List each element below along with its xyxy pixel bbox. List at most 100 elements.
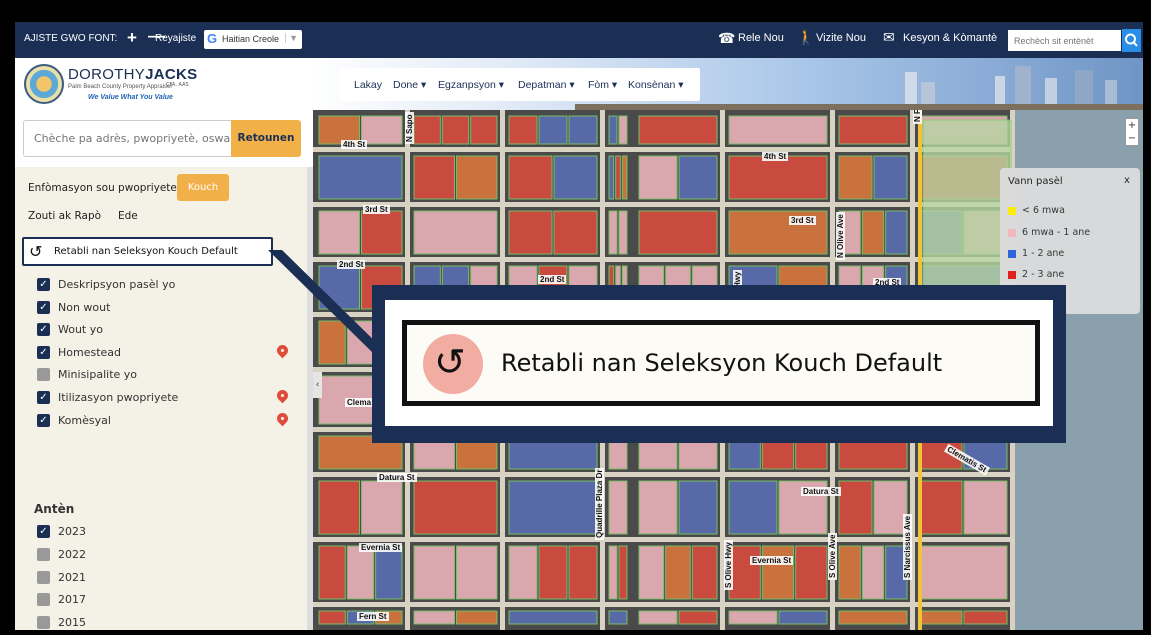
parcel (553, 155, 598, 200)
parcel (615, 155, 621, 200)
parcel (778, 610, 828, 625)
visit-us-link[interactable]: Vizite Nou (816, 32, 866, 44)
street-label: 3rd St (789, 216, 816, 225)
checkbox[interactable]: ✓ (37, 391, 50, 404)
checkbox[interactable] (37, 548, 50, 561)
checkbox[interactable]: ✓ (37, 414, 50, 427)
parcel (728, 545, 761, 600)
reset-layers-button[interactable]: ↺ Retabli nan Seleksyon Kouch Default (22, 237, 273, 266)
parcel (638, 610, 678, 625)
parcel (313, 147, 1013, 152)
parcel (678, 155, 718, 200)
site-logo[interactable]: DOROTHYJACKS CFA, AAS Palm Beach County … (24, 64, 199, 106)
close-icon[interactable]: x (1124, 175, 1130, 186)
callout-inner: ↺ Retabli nan Seleksyon Kouch Default (385, 300, 1053, 426)
parcel (318, 545, 346, 600)
sidebar-panel: Retounen Enfòmasyon sou pwopriyete Kouch… (15, 110, 313, 630)
reset-icon: ↺ (29, 242, 43, 261)
reset-layers-label: Retabli nan Seleksyon Kouch Default (54, 246, 238, 257)
map-pin-icon[interactable] (274, 342, 291, 359)
parcel (618, 210, 628, 255)
parcel (873, 155, 908, 200)
parcel (728, 610, 778, 625)
street-label-vertical: N Olive Ave (836, 212, 845, 260)
parcel (838, 480, 873, 535)
parcel (441, 115, 470, 145)
property-search-input[interactable] (23, 120, 231, 157)
language-selector[interactable]: G Haitian Creole ▼ (204, 30, 302, 49)
parcel (638, 545, 665, 600)
parcel (318, 610, 346, 625)
reset-font-link[interactable]: Reyajiste (155, 33, 196, 44)
checkbox[interactable]: ✓ (37, 346, 50, 359)
checkbox[interactable] (37, 616, 50, 629)
layer-label: Minisipalite yo (58, 368, 138, 381)
increase-font-button[interactable]: + (127, 28, 137, 48)
street-label: 2nd St (538, 275, 567, 284)
tab-help[interactable]: Ede (118, 210, 138, 222)
map-pin-icon[interactable] (274, 410, 291, 427)
parcel (313, 472, 1013, 477)
parcel (795, 545, 828, 600)
nav-forms[interactable]: Fòm ▾ (588, 79, 617, 91)
parcel (318, 155, 403, 200)
parcel (621, 155, 628, 200)
zoom-in-button[interactable]: + (1126, 119, 1138, 132)
return-button[interactable]: Retounen (231, 120, 301, 157)
parcel (538, 545, 568, 600)
nav-departments[interactable]: Depatman ▾ (518, 79, 575, 91)
checkbox[interactable] (37, 368, 50, 381)
street-label: Datura St (377, 473, 417, 482)
checkbox[interactable] (37, 593, 50, 606)
checkbox[interactable]: ✓ (37, 525, 50, 538)
nav-about[interactable]: Konsènan ▾ (628, 79, 683, 91)
street-label: Fern St (357, 612, 389, 621)
street-label: 3rd St (363, 205, 390, 214)
legend-label: 6 mwa - 1 ane (1022, 227, 1091, 238)
checkbox[interactable]: ✓ (37, 278, 50, 291)
parcel (313, 602, 1013, 607)
layer-label: Wout yo (58, 323, 103, 336)
legend-swatch (1008, 229, 1016, 237)
nav-data[interactable]: Done ▾ (393, 79, 426, 91)
parcel (608, 115, 618, 145)
collapse-sidebar-button[interactable]: ‹ (313, 372, 322, 398)
street-label: 4th St (762, 152, 789, 161)
parcel (413, 480, 498, 535)
tab-property-info[interactable]: Enfòmasyon sou pwopriyete (28, 182, 177, 194)
tab-tools-reports[interactable]: Zouti ak Rapò (28, 210, 101, 222)
parcel (568, 115, 598, 145)
chevron-down-icon: ▼ (285, 33, 298, 43)
reset-icon: ↺ (434, 340, 466, 384)
parcel (691, 545, 718, 600)
checkbox[interactable]: ✓ (37, 301, 50, 314)
checkbox[interactable] (37, 571, 50, 584)
legend-label: < 6 mwa (1022, 205, 1065, 216)
parcel (318, 265, 360, 310)
contact-link[interactable]: Kesyon & Kòmantè (903, 32, 997, 44)
parcel (608, 210, 618, 255)
logo-name: DOROTHYJACKS (68, 66, 198, 83)
tab-layers[interactable]: Kouch (177, 174, 229, 201)
parcel (318, 210, 360, 255)
phone-icon: ☎ (718, 30, 736, 46)
language-selected: Haitian Creole (222, 34, 280, 44)
site-search-button[interactable] (1122, 29, 1141, 52)
top-utility-bar: AJISTE GWO FONT: + — Reyajiste G Haitian… (15, 22, 1143, 58)
parcel (885, 210, 908, 255)
checkbox[interactable]: ✓ (37, 323, 50, 336)
street-label: Datura St (801, 487, 841, 496)
zoom-out-button[interactable]: − (1126, 132, 1138, 145)
call-us-link[interactable]: Rele Nou (738, 32, 784, 44)
parcel (918, 480, 963, 535)
nav-exemptions[interactable]: Egzanpsyon ▾ (438, 79, 504, 91)
map-pin-icon[interactable] (274, 387, 291, 404)
street-label-vertical: N Fl (913, 110, 922, 124)
parcel (538, 115, 568, 145)
parcel (508, 545, 538, 600)
parcel (456, 545, 498, 600)
zoom-control: + − (1125, 118, 1139, 146)
site-search-input[interactable] (1008, 30, 1121, 51)
nav-home[interactable]: Lakay (354, 79, 382, 91)
parcel (861, 210, 885, 255)
